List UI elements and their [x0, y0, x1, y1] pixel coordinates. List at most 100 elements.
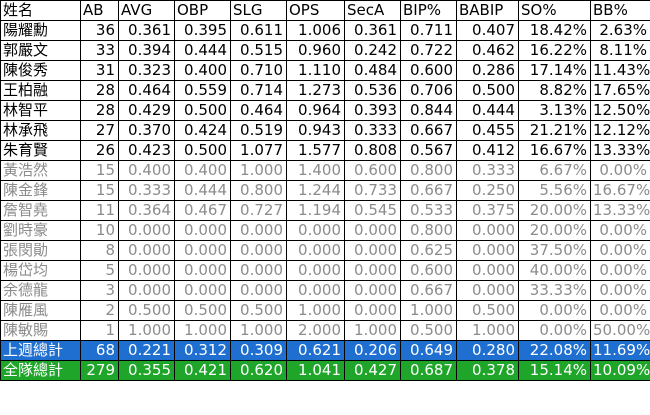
header-bip: BIP% [400, 0, 457, 21]
cell-seca: 0.733 [344, 180, 401, 201]
cell-so: 21.21% [518, 120, 591, 141]
cell-bip: 0.722 [400, 40, 457, 61]
cell-slg: 0.000 [230, 240, 287, 261]
cell-babip: 0.286 [456, 60, 519, 81]
cell-ops: 0.000 [286, 260, 345, 281]
table-row: 林智平 28 0.429 0.500 0.464 0.964 0.393 0.844 0.444… [0, 100, 650, 121]
cell-so: 6.67% [518, 160, 591, 181]
batting-stats-table: 姓名 AB AVG OBP SLG OPS SecA BIP% BABIP SO… [0, 0, 650, 381]
cell-bb: 12.50% [590, 100, 650, 121]
cell-avg: 0.000 [118, 280, 175, 301]
cell-ab: 8 [80, 240, 119, 261]
cell-bb: 12.12% [590, 120, 650, 141]
header-slg: SLG [230, 0, 287, 21]
cell-bb: 8.11% [590, 40, 650, 61]
cell-bip: 1.000 [400, 300, 457, 321]
cell-bb: 17.65% [590, 80, 650, 101]
cell-seca: 0.000 [344, 220, 401, 241]
cell-babip: 0.000 [456, 280, 519, 301]
cell-ops: 1.194 [286, 200, 345, 221]
team-total-row: 全隊總計 279 0.355 0.421 0.620 1.041 0.427 0.687 0.3… [0, 360, 650, 381]
table-row: 郭嚴文 33 0.394 0.444 0.515 0.960 0.242 0.722 0.462… [0, 40, 650, 61]
cell-ops: 0.943 [286, 120, 345, 141]
table-row: 陽耀勳 36 0.361 0.395 0.611 1.006 0.361 0.711 0.407… [0, 20, 650, 41]
cell-ops: 0.964 [286, 100, 345, 121]
cell-avg: 0.361 [118, 20, 175, 41]
table-row: 陳雁風 2 0.500 0.500 0.500 1.000 0.000 1.000 0.500 0… [0, 300, 650, 321]
cell-so: 17.14% [518, 60, 591, 81]
cell-so: 5.56% [518, 180, 591, 201]
cell-ops: 0.000 [286, 240, 345, 261]
cell-babip: 1.000 [456, 320, 519, 341]
cell-bip: 0.600 [400, 260, 457, 281]
cell-so: 15.14% [518, 360, 591, 381]
cell-avg: 0.221 [118, 340, 175, 361]
cell-ops: 2.000 [286, 320, 345, 341]
table-row: 詹智堯 11 0.364 0.467 0.727 1.194 0.545 0.533 0.375… [0, 200, 650, 221]
cell-obp: 0.000 [174, 220, 231, 241]
cell-name: 陳雁風 [0, 300, 81, 321]
table-row: 朱育賢 26 0.423 0.500 1.077 1.577 0.808 0.567 0.412… [0, 140, 650, 161]
cell-avg: 0.000 [118, 220, 175, 241]
table-row: 余德龍 3 0.000 0.000 0.000 0.000 0.000 0.667 0.000 3… [0, 280, 650, 301]
cell-avg: 1.000 [118, 320, 175, 341]
cell-ops: 1.577 [286, 140, 345, 161]
table-row: 陳敏賜 1 1.000 1.000 1.000 2.000 1.000 0.500 1.000 0… [0, 320, 650, 341]
cell-slg: 0.800 [230, 180, 287, 201]
cell-so: 20.00% [518, 220, 591, 241]
cell-bb: 0.00% [590, 220, 650, 241]
cell-seca: 0.333 [344, 120, 401, 141]
cell-bip: 0.533 [400, 200, 457, 221]
table-row: 陳俊秀 31 0.323 0.400 0.710 1.110 0.484 0.600 0.286… [0, 60, 650, 81]
cell-obp: 0.444 [174, 40, 231, 61]
cell-seca: 1.000 [344, 320, 401, 341]
cell-babip: 0.462 [456, 40, 519, 61]
cell-slg: 1.000 [230, 320, 287, 341]
cell-obp: 0.500 [174, 140, 231, 161]
cell-seca: 0.808 [344, 140, 401, 161]
cell-name: 林智平 [0, 100, 81, 121]
cell-babip: 0.444 [456, 100, 519, 121]
cell-obp: 1.000 [174, 320, 231, 341]
cell-bip: 0.711 [400, 20, 457, 41]
cell-seca: 0.393 [344, 100, 401, 121]
cell-babip: 0.500 [456, 80, 519, 101]
cell-obp: 0.000 [174, 260, 231, 281]
cell-ops: 0.960 [286, 40, 345, 61]
cell-seca: 0.000 [344, 280, 401, 301]
cell-avg: 0.000 [118, 240, 175, 261]
cell-bip: 0.567 [400, 140, 457, 161]
cell-ab: 28 [80, 100, 119, 121]
header-ab: AB [80, 0, 119, 21]
cell-obp: 0.559 [174, 80, 231, 101]
cell-avg: 0.370 [118, 120, 175, 141]
cell-babip: 0.333 [456, 160, 519, 181]
cell-slg: 0.714 [230, 80, 287, 101]
cell-babip: 0.407 [456, 20, 519, 41]
cell-name: 林承飛 [0, 120, 81, 141]
cell-bb: 0.00% [590, 280, 650, 301]
cell-so: 3.13% [518, 100, 591, 121]
table-row: 陳金鋒 15 0.333 0.444 0.800 1.244 0.733 0.667 0.250… [0, 180, 650, 201]
cell-slg: 1.000 [230, 160, 287, 181]
cell-name: 劉時豪 [0, 220, 81, 241]
table-row: 楊岱均 5 0.000 0.000 0.000 0.000 0.000 0.600 0.000 4… [0, 260, 650, 281]
cell-avg: 0.500 [118, 300, 175, 321]
cell-avg: 0.355 [118, 360, 175, 381]
cell-ab: 1 [80, 320, 119, 341]
cell-name: 陳俊秀 [0, 60, 81, 81]
cell-seca: 0.536 [344, 80, 401, 101]
cell-seca: 0.600 [344, 160, 401, 181]
cell-bb: 16.67% [590, 180, 650, 201]
table-row: 王柏融 28 0.464 0.559 0.714 1.273 0.536 0.706 0.500… [0, 80, 650, 101]
cell-babip: 0.378 [456, 360, 519, 381]
cell-so: 16.22% [518, 40, 591, 61]
cell-obp: 0.000 [174, 240, 231, 261]
header-so: SO% [518, 0, 591, 21]
cell-bb: 13.33% [590, 140, 650, 161]
cell-bip: 0.667 [400, 280, 457, 301]
cell-seca: 0.545 [344, 200, 401, 221]
cell-so: 40.00% [518, 260, 591, 281]
cell-slg: 0.519 [230, 120, 287, 141]
cell-bb: 0.00% [590, 160, 650, 181]
